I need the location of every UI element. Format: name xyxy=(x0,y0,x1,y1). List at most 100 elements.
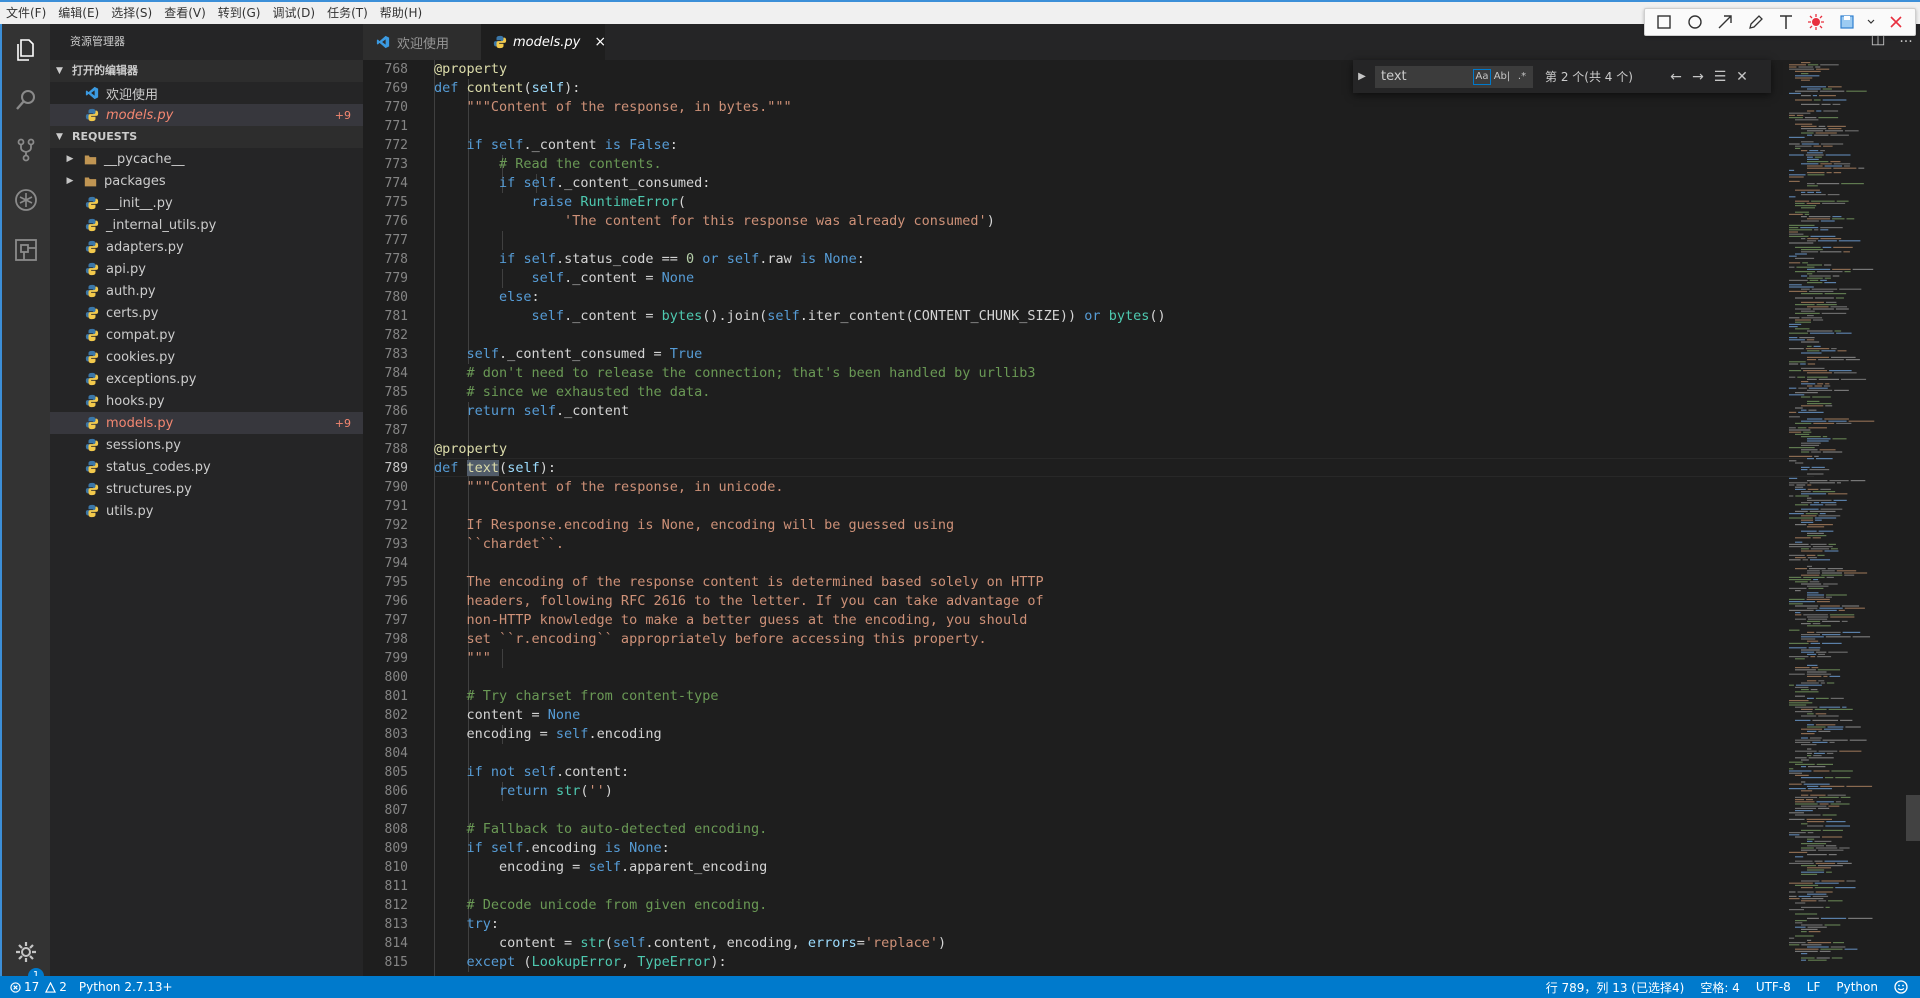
close-icon[interactable] xyxy=(1885,11,1907,33)
menu-help[interactable]: 帮助(H) xyxy=(374,3,428,23)
minimap-line xyxy=(1789,180,1800,182)
menu-view[interactable]: 查看(V) xyxy=(158,3,212,23)
minimap-line xyxy=(1816,957,1830,959)
arrow-icon[interactable] xyxy=(1714,11,1736,33)
chevron-down-icon[interactable] xyxy=(1866,11,1876,33)
folder-item-pycache[interactable]: ▶ __pycache__ xyxy=(50,148,363,170)
menu-selection[interactable]: 选择(S) xyxy=(105,3,158,23)
file-item[interactable]: hooks.py xyxy=(50,390,363,412)
code-editor[interactable]: 768 769 770 771 772 773 774 775 776 777 778 779 780 7… xyxy=(363,60,1920,976)
menu-tasks[interactable]: 任务(T) xyxy=(321,3,374,23)
file-item[interactable]: exceptions.py xyxy=(50,368,363,390)
menu-debug[interactable]: 调试(D) xyxy=(266,3,321,23)
minimap-line xyxy=(1807,174,1825,176)
file-item[interactable]: _internal_utils.py xyxy=(50,214,363,236)
file-item[interactable]: api.py xyxy=(50,258,363,280)
next-match-icon[interactable]: → xyxy=(1687,69,1709,85)
file-item[interactable]: auth.py xyxy=(50,280,363,302)
menu-file[interactable]: 文件(F) xyxy=(0,3,52,23)
feedback-smiley-icon[interactable] xyxy=(1894,980,1908,994)
minimap-line xyxy=(1808,959,1827,961)
minimap-line xyxy=(1809,737,1822,739)
open-editor-label: models.py xyxy=(106,107,174,123)
code-text[interactable]: @property def content(self): """Content … xyxy=(434,60,1920,972)
tab-welcome[interactable]: 欢迎使用 xyxy=(363,24,481,60)
file-item[interactable]: __init__.py xyxy=(50,192,363,214)
menu-edit[interactable]: 编辑(E) xyxy=(52,3,105,23)
match-case-toggle[interactable]: Aa xyxy=(1473,68,1491,85)
file-item[interactable]: sessions.py xyxy=(50,434,363,456)
search-icon[interactable] xyxy=(10,84,42,116)
settings-gear-icon[interactable] xyxy=(10,936,42,968)
minimap-line xyxy=(1811,667,1819,669)
minimap-line xyxy=(1801,924,1823,926)
minimap-line xyxy=(1842,631,1861,633)
ellipse-icon[interactable] xyxy=(1684,11,1706,33)
problems-indicator[interactable]: 17 2 xyxy=(10,980,67,994)
whole-word-toggle[interactable]: Ab| xyxy=(1493,69,1511,85)
cursor-position[interactable]: 行 789，列 13 (已选择4) xyxy=(1546,979,1685,996)
line-number: 782 xyxy=(384,328,408,343)
file-item[interactable]: structures.py xyxy=(50,478,363,500)
minimap-line xyxy=(1810,235,1836,237)
minimap-line xyxy=(1789,598,1805,600)
file-label: certs.py xyxy=(106,305,159,321)
file-item[interactable]: adapters.py xyxy=(50,236,363,258)
minimap-line xyxy=(1825,383,1830,385)
chevron-down-icon: ▼ xyxy=(56,132,63,142)
minimap-line xyxy=(1801,766,1807,768)
indentation[interactable]: 空格: 4 xyxy=(1700,979,1740,996)
file-item[interactable]: status_codes.py xyxy=(50,456,363,478)
code-line: encoding = self.encoding xyxy=(434,726,662,742)
explorer-icon[interactable] xyxy=(10,34,42,66)
language-mode[interactable]: Python xyxy=(1836,980,1878,994)
file-item[interactable]: models.py +9 xyxy=(50,412,363,434)
folder-item-packages[interactable]: ▶ packages xyxy=(50,170,363,192)
color-picker-icon[interactable] xyxy=(1805,11,1827,33)
more-actions-icon[interactable]: ··· xyxy=(1892,34,1920,50)
find-input[interactable]: text Aa Ab| .* xyxy=(1375,65,1533,88)
file-item[interactable]: utils.py xyxy=(50,500,363,522)
tab-close-icon[interactable]: × xyxy=(594,34,606,50)
file-encoding[interactable]: UTF-8 xyxy=(1756,980,1791,994)
rectangle-icon[interactable] xyxy=(1653,11,1675,33)
minimap-line xyxy=(1801,689,1809,691)
menu-go[interactable]: 转到(G) xyxy=(212,3,267,23)
regex-toggle[interactable]: .* xyxy=(1513,69,1531,85)
minimap-line xyxy=(1820,948,1843,950)
minimap-line xyxy=(1816,110,1822,112)
open-editor-item-models[interactable]: models.py +9 xyxy=(50,104,363,126)
save-icon[interactable] xyxy=(1836,11,1858,33)
debug-icon[interactable] xyxy=(10,184,42,216)
tab-models-py[interactable]: models.py × xyxy=(481,24,606,60)
extensions-icon[interactable] xyxy=(10,234,42,266)
minimap-line xyxy=(1805,799,1814,801)
minimap-line xyxy=(1789,513,1804,515)
minimap-line xyxy=(1846,785,1873,787)
file-item[interactable]: certs.py xyxy=(50,302,363,324)
line-endings[interactable]: LF xyxy=(1807,980,1821,994)
minimap-line xyxy=(1832,216,1842,218)
minimap-line xyxy=(1801,805,1827,807)
minimap-line xyxy=(1795,99,1812,101)
minimap-line xyxy=(1814,156,1822,158)
python-interpreter[interactable]: Python 2.7.13+ xyxy=(79,980,173,994)
file-item[interactable]: cookies.py xyxy=(50,346,363,368)
previous-match-icon[interactable]: ← xyxy=(1665,69,1687,85)
text-tool-icon[interactable] xyxy=(1775,11,1797,33)
open-editor-item-welcome[interactable]: 欢迎使用 xyxy=(50,82,363,104)
source-control-icon[interactable] xyxy=(10,134,42,166)
find-in-selection-icon[interactable]: ☰ xyxy=(1709,69,1731,85)
scrollbar-thumb[interactable] xyxy=(1906,795,1920,841)
toggle-replace-icon[interactable]: ▶ xyxy=(1353,71,1371,82)
minimap-line xyxy=(1789,213,1803,215)
minimap-line xyxy=(1814,134,1829,136)
folder-header-requests[interactable]: ▼ REQUESTS xyxy=(50,126,363,148)
minimap-line xyxy=(1845,359,1860,361)
pencil-icon[interactable] xyxy=(1745,11,1767,33)
close-find-icon[interactable]: ✕ xyxy=(1731,69,1753,85)
minimap-line xyxy=(1797,891,1814,893)
minimap[interactable] xyxy=(1785,60,1905,976)
open-editors-header[interactable]: ▼ 打开的编辑器 xyxy=(50,60,363,82)
file-item[interactable]: compat.py xyxy=(50,324,363,346)
